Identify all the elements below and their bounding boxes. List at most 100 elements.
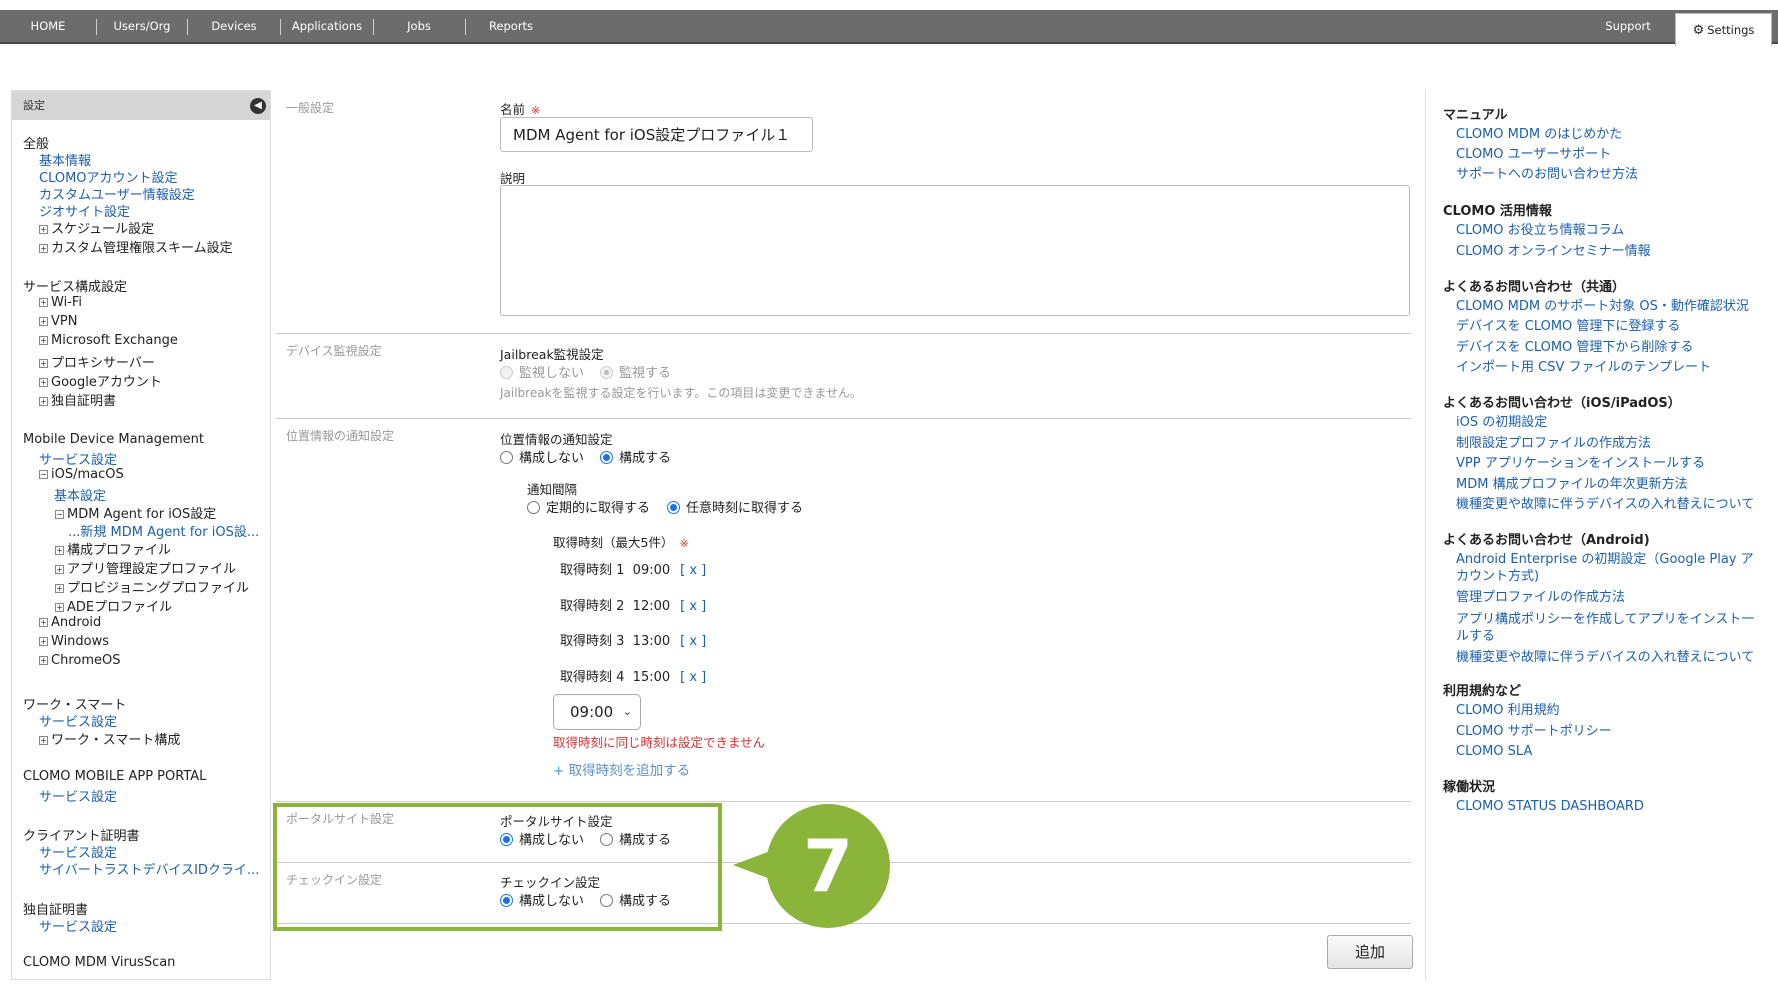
help-link[interactable]: カウント方式) [1456,568,1539,585]
help-link[interactable]: CLOMO MDM のはじめかた [1456,126,1622,143]
help-section-title: よくあるお問い合わせ（共通） [1443,280,1626,295]
help-link[interactable]: CLOMO MDM のサポート対象 OS・動作確認状況 [1456,298,1749,315]
expand-icon[interactable]: + [39,736,48,745]
help-link[interactable]: CLOMO お役立ち情報コラム [1456,222,1624,239]
time-select[interactable]: 09:00 ⌄ [553,694,641,730]
help-link[interactable]: 制限設定プロファイルの作成方法 [1456,435,1651,452]
help-link[interactable]: CLOMO 利用規約 [1456,702,1560,719]
sidebar-tree-exchange[interactable]: + Microsoft Exchange [39,333,178,348]
nav-home[interactable]: HOME [20,10,76,42]
expand-icon[interactable]: + [39,336,48,345]
help-link[interactable]: iOS の初期設定 [1456,414,1547,431]
sidebar-tree-google-account[interactable]: + Googleアカウント [39,371,162,390]
expand-icon[interactable]: + [55,546,64,555]
help-link[interactable]: アプリ構成ポリシーを作成してアプリをインスト一 [1456,611,1754,628]
sidebar-mdm-title: Mobile Device Management [23,432,205,447]
expand-icon[interactable]: + [55,603,64,612]
expand-icon[interactable]: + [39,317,48,326]
sidebar-item-cert-service[interactable]: サービス設定 [39,916,117,935]
help-link[interactable]: CLOMO オンラインセミナー情報 [1456,243,1651,260]
sidebar-tree-app-config-profile[interactable]: + アプリ管理設定プロファイル [55,558,236,577]
remove-time-button[interactable]: [ x ] [680,599,706,614]
nav-settings-tab[interactable]: ⚙ Settings [1675,13,1772,46]
sidebar-item-agent-new[interactable]: ...新規 MDM Agent for iOS設... [68,521,259,540]
name-input[interactable]: MDM Agent for iOS設定プロファイル１ [500,117,813,152]
location-config-radio[interactable]: 構成する [600,447,671,466]
remove-time-button[interactable]: [ x ] [680,634,706,649]
sidebar-item-portal-service[interactable]: サービス設定 [39,786,117,805]
help-link[interactable]: CLOMO サポートポリシー [1456,723,1612,740]
sidebar-item-cybertrust[interactable]: サイバートラストデバイスIDクライ... [39,859,259,878]
help-link[interactable]: サポートへのお問い合わせ方法 [1456,166,1638,183]
help-link[interactable]: 機種変更や故障に伴うデバイスの入れ替えについて [1456,649,1754,666]
expand-icon[interactable]: + [39,656,48,665]
help-link[interactable]: MDM 構成プロファイルの年次更新方法 [1456,476,1688,493]
nav-applications[interactable]: Applications [284,10,370,42]
expand-icon[interactable]: + [39,397,48,406]
expand-icon[interactable]: + [39,378,48,387]
help-link[interactable]: デバイスを CLOMO 管理下に登録する [1456,318,1680,335]
sidebar-tree-provisioning-profile[interactable]: + プロビジョニングプロファイル [55,577,249,596]
nav-devices[interactable]: Devices [193,10,275,42]
required-mark: ※ [531,104,541,117]
help-section-title: よくあるお問い合わせ（iOS/iPadOS） [1443,396,1681,411]
help-link[interactable]: CLOMO ユーザーサポート [1456,146,1611,163]
collapse-icon[interactable]: − [39,470,48,479]
help-link[interactable]: VPP アプリケーションをインストールする [1456,455,1705,472]
sidebar-tree-agent[interactable]: − MDM Agent for iOS設定 [55,503,216,522]
sidebar-tree-config-profile[interactable]: + 構成プロファイル [55,539,171,558]
sidebar-tree-ade-profile[interactable]: + ADEプロファイル [55,596,172,615]
help-link[interactable]: CLOMO SLA [1456,743,1532,760]
nav-reports[interactable]: Reports [470,10,552,42]
nav-users-org[interactable]: Users/Org [100,10,184,42]
sidebar-tree-schedule[interactable]: + スケジュール設定 [39,218,154,237]
radio-icon [500,451,513,464]
remove-time-button[interactable]: [ x ] [680,670,706,685]
remove-time-button[interactable]: [ x ] [680,563,706,578]
sidebar-tree-own-cert[interactable]: + 独自証明書 [39,390,116,409]
expand-icon[interactable]: + [39,618,48,627]
help-link[interactable]: デバイスを CLOMO 管理下から削除する [1456,339,1693,356]
sidebar-tree-work-config[interactable]: + ワーク・スマート構成 [39,729,180,748]
sidebar-item-work-service[interactable]: サービス設定 [39,711,117,730]
help-link[interactable]: 管理プロファイルの作成方法 [1456,589,1625,606]
help-link[interactable]: 機種変更や故障に伴うデバイスの入れ替えについて [1456,496,1754,513]
radio-icon [527,501,540,514]
help-section-title: 稼働状況 [1443,780,1496,795]
nav-support[interactable]: Support [1590,10,1666,42]
expand-icon[interactable]: + [39,637,48,646]
description-textarea[interactable] [500,185,1410,316]
expand-icon[interactable]: + [39,244,48,253]
location-no-config-radio[interactable]: 構成しない [500,447,584,466]
sidebar-item-ios-basic[interactable]: 基本設定 [54,485,106,504]
periodic-radio[interactable]: 定期的に取得する [527,497,650,516]
expand-icon[interactable]: + [39,359,48,368]
help-link[interactable]: ルする [1456,628,1495,645]
sidebar-item-mdm-service[interactable]: サービス設定 [39,449,117,468]
sidebar-tree-windows[interactable]: + Windows [39,634,109,649]
help-link[interactable]: Android Enterprise の初期設定（Google Play ア [1456,551,1754,568]
nav-jobs[interactable]: Jobs [378,10,460,42]
collapse-sidebar-icon[interactable]: ◀ [250,98,266,114]
sidebar-tree-ios-macos[interactable]: − iOS/macOS [39,467,124,482]
time-row: 取得時刻 2 12:00[ x ] [560,599,707,614]
help-link[interactable]: インポート用 CSV ファイルのテンプレート [1456,359,1711,376]
sidebar-tree-android[interactable]: + Android [39,615,101,630]
sidebar-tree-proxy[interactable]: + プロキシサーバー [39,352,155,371]
add-button[interactable]: 追加 [1327,935,1413,969]
expand-icon[interactable]: + [39,225,48,234]
sidebar-tree-chromeos[interactable]: + ChromeOS [39,653,120,668]
expand-icon[interactable]: + [39,298,48,307]
sidebar-tree-custom-permission[interactable]: + カスタム管理権限スキーム設定 [39,237,233,256]
help-link[interactable]: CLOMO STATUS DASHBOARD [1456,798,1644,815]
arbitrary-time-radio[interactable]: 任意時刻に取得する [667,497,803,516]
expand-icon[interactable]: + [55,584,64,593]
expand-icon[interactable]: + [55,565,64,574]
add-time-link[interactable]: + 取得時刻を追加する [553,759,690,779]
collapse-icon[interactable]: − [55,510,64,519]
location-field-label: 位置情報の通知設定 [500,432,613,447]
sidebar-tree-wifi[interactable]: + Wi-Fi [39,295,82,310]
highlight-box [273,803,722,931]
sidebar-tree-vpn[interactable]: + VPN [39,314,77,329]
radio-icon [500,366,513,379]
